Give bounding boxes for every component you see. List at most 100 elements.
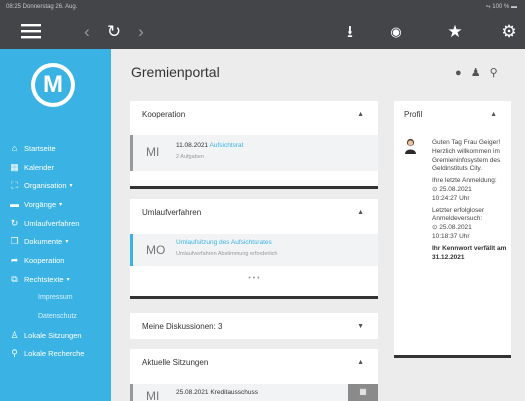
user-icon: ♙ [10, 329, 19, 340]
entry-subtitle: 2 Aufgaben [176, 154, 204, 160]
diskussionen-header[interactable]: Meine Diskussionen: 3 ▼ [130, 313, 378, 339]
profil-header[interactable]: Profil ▲ [394, 101, 511, 127]
sidebar-item-label: Datenschutz [38, 313, 77, 321]
refresh-icon[interactable]: ↻ [103, 22, 125, 42]
sidebar-item-lokale-recherche[interactable]: ⚲ Lokale Recherche [0, 345, 111, 364]
chevron-up-icon[interactable]: ▲ [357, 359, 364, 366]
chevron-down-icon[interactable]: ▼ [357, 323, 364, 330]
chevron-up-icon[interactable]: ▲ [357, 111, 364, 118]
calendar-icon[interactable]: ▦ [348, 384, 378, 401]
gear-icon[interactable]: ⚙ [498, 22, 520, 42]
sitzungen-header[interactable]: Aktuelle Sitzungen ▲ [130, 349, 378, 375]
sidebar-item-kooperation[interactable]: ➦ Kooperation [0, 251, 111, 270]
battery-indicator: ⭇ 100 % ▬ [485, 4, 517, 10]
profile-info: Guten Tag Frau Geiger! Herzlich willkomm… [432, 139, 512, 265]
sidebar-item-label: Lokale Recherche [24, 349, 85, 359]
card-title: Kooperation [142, 109, 186, 119]
divider [130, 296, 378, 299]
sitzungen-card: Aktuelle Sitzungen ▲ MI 25.08.2021 Kredi… [130, 349, 378, 401]
card-title: Umlaufverfahren [142, 207, 202, 217]
status-bar: 08:25 Donnerstag 26. Aug. ⭇ 100 % ▬ [0, 0, 525, 14]
sidebar-item-dokumente[interactable]: ❐ Dokumente ▾ [0, 232, 111, 251]
sidebar-item-startseite[interactable]: ⌂ Startseite [0, 139, 111, 158]
weekday: MO [146, 243, 166, 257]
card-title: Meine Diskussionen: 3 [142, 321, 223, 331]
external-icon: ⧉ [11, 273, 18, 284]
sidebar-item-umlaufverfahren[interactable]: ↻ Umlaufverfahren [0, 214, 111, 233]
more-button[interactable]: • • • [130, 275, 378, 282]
umlaufverfahren-card: Umlaufverfahren ▲ MO Umlaufsitzung des A… [130, 199, 378, 299]
sidebar-item-label: Startseite [24, 143, 56, 153]
home-icon: ⌂ [11, 143, 18, 154]
list-item[interactable]: MI 25.08.2021 Kreditausschuss ▦ [130, 384, 378, 401]
entry-link[interactable]: Umlaufsitzung des Aufsichtsrates [176, 239, 272, 246]
greeting-text: Guten Tag Frau Geiger! Herzlich willkomm… [432, 139, 501, 173]
download-icon[interactable]: ⭳ [339, 22, 361, 42]
diskussionen-card[interactable]: Meine Diskussionen: 3 ▼ [130, 313, 378, 339]
sidebar: M ⌂ Startseite ▦ Kalender ⛶ Organisation… [0, 49, 111, 401]
avatar [404, 138, 417, 154]
chevron-down-icon: ▾ [66, 276, 70, 283]
chat-icon[interactable]: ● [455, 67, 462, 79]
chevron-down-icon: ▾ [65, 239, 69, 246]
sidebar-item-label: Rechtstexte [24, 274, 64, 284]
weekday: MI [146, 389, 160, 401]
title-icons: ● ♟ ⚲ [455, 66, 504, 79]
sidebar-item-datenschutz[interactable]: Datenschutz [0, 307, 111, 326]
chevron-down-icon: ▾ [59, 201, 63, 208]
forward-icon[interactable]: › [130, 22, 152, 42]
last-login-time: 10:24:27 Uhr [432, 194, 470, 202]
status-time: 08:25 Donnerstag 26. Aug. [6, 4, 78, 10]
chat-icon[interactable]: ◉ [385, 22, 407, 42]
last-failed-login: Letzter erfolgloser Anmeldeversuch: ⊙ 25… [432, 207, 512, 242]
folder-icon: ▬ [10, 199, 19, 210]
sidebar-item-label: Organisation [24, 181, 67, 191]
sidebar-item-label: Lokale Sitzungen [24, 330, 82, 340]
back-icon[interactable]: ‹ [76, 22, 98, 42]
list-item[interactable]: MI 11.08.2021 Aufsichtsrat 2 Aufgaben [130, 135, 378, 171]
sidebar-item-organisation[interactable]: ⛶ Organisation ▾ [0, 176, 111, 195]
top-bar: 08:25 Donnerstag 26. Aug. ⭇ 100 % ▬ ‹ ↻ … [0, 0, 525, 49]
password-expiry: Ihr Kennwort verfällt am 31.12.2021 [432, 244, 507, 261]
entry-subtitle: Umlaufverfahren Abstimmung erforderlich [176, 251, 278, 257]
menu-icon[interactable] [21, 22, 43, 40]
sidebar-nav: ⌂ Startseite ▦ Kalender ⛶ Organisation ▾… [0, 139, 111, 363]
sidebar-item-label: Vorgänge [24, 199, 57, 209]
sidebar-item-label: Dokumente [24, 237, 63, 247]
sidebar-item-label: Impressum [38, 294, 73, 302]
last-login-label: Ihre letzte Anmeldung: [432, 177, 497, 185]
calendar-icon: ▦ [10, 161, 19, 172]
kooperation-header[interactable]: Kooperation ▲ [130, 101, 378, 127]
chevron-up-icon[interactable]: ▲ [357, 209, 364, 216]
star-icon[interactable]: ★ [444, 22, 466, 42]
sidebar-item-impressum[interactable]: Impressum [0, 289, 111, 308]
umlaufverfahren-header[interactable]: Umlaufverfahren ▲ [130, 199, 378, 225]
chevron-up-icon[interactable]: ▲ [490, 111, 497, 118]
share-icon: ➦ [10, 254, 19, 265]
sidebar-item-lokale-sitzungen[interactable]: ♙ Lokale Sitzungen [0, 326, 111, 345]
search-icon[interactable]: ⚲ [490, 67, 498, 79]
logo-letter: M [35, 67, 71, 103]
entry-title: 25.08.2021 Kreditausschuss [176, 389, 259, 396]
last-login-date: ⊙ 25.08.2021 [432, 185, 472, 193]
refresh-icon: ↻ [10, 217, 19, 228]
last-fail-date: ⊙ 25.08.2021 [432, 224, 472, 232]
last-fail-label: Letzter erfolgloser Anmeldeversuch: [432, 206, 485, 223]
last-fail-time: 10:18:37 Uhr [432, 232, 470, 240]
org-icon: ⛶ [11, 180, 18, 191]
sidebar-item-kalender[interactable]: ▦ Kalender [0, 158, 111, 177]
kooperation-card: Kooperation ▲ MI 11.08.2021 Aufsichtsrat… [130, 101, 378, 189]
entry-link[interactable]: Aufsichtsrat [210, 142, 244, 149]
list-item[interactable]: MO Umlaufsitzung des Aufsichtsrates Umla… [130, 234, 378, 266]
sidebar-item-label: Kooperation [24, 255, 65, 265]
sidebar-item-vorgaenge[interactable]: ▬ Vorgänge ▾ [0, 195, 111, 214]
last-login: Ihre letzte Anmeldung: ⊙ 25.08.2021 10:2… [432, 177, 512, 203]
divider [130, 186, 378, 189]
chevron-down-icon: ▾ [69, 183, 73, 190]
entry-title: 11.08.2021 Aufsichtsrat [176, 142, 243, 149]
user-icon[interactable]: ♟ [471, 67, 481, 79]
divider [394, 355, 511, 358]
sidebar-item-label: Kalender [24, 162, 55, 172]
sidebar-item-rechtstexte[interactable]: ⧉ Rechtstexte ▾ [0, 270, 111, 289]
entry-date: 11.08.2021 [176, 142, 209, 149]
